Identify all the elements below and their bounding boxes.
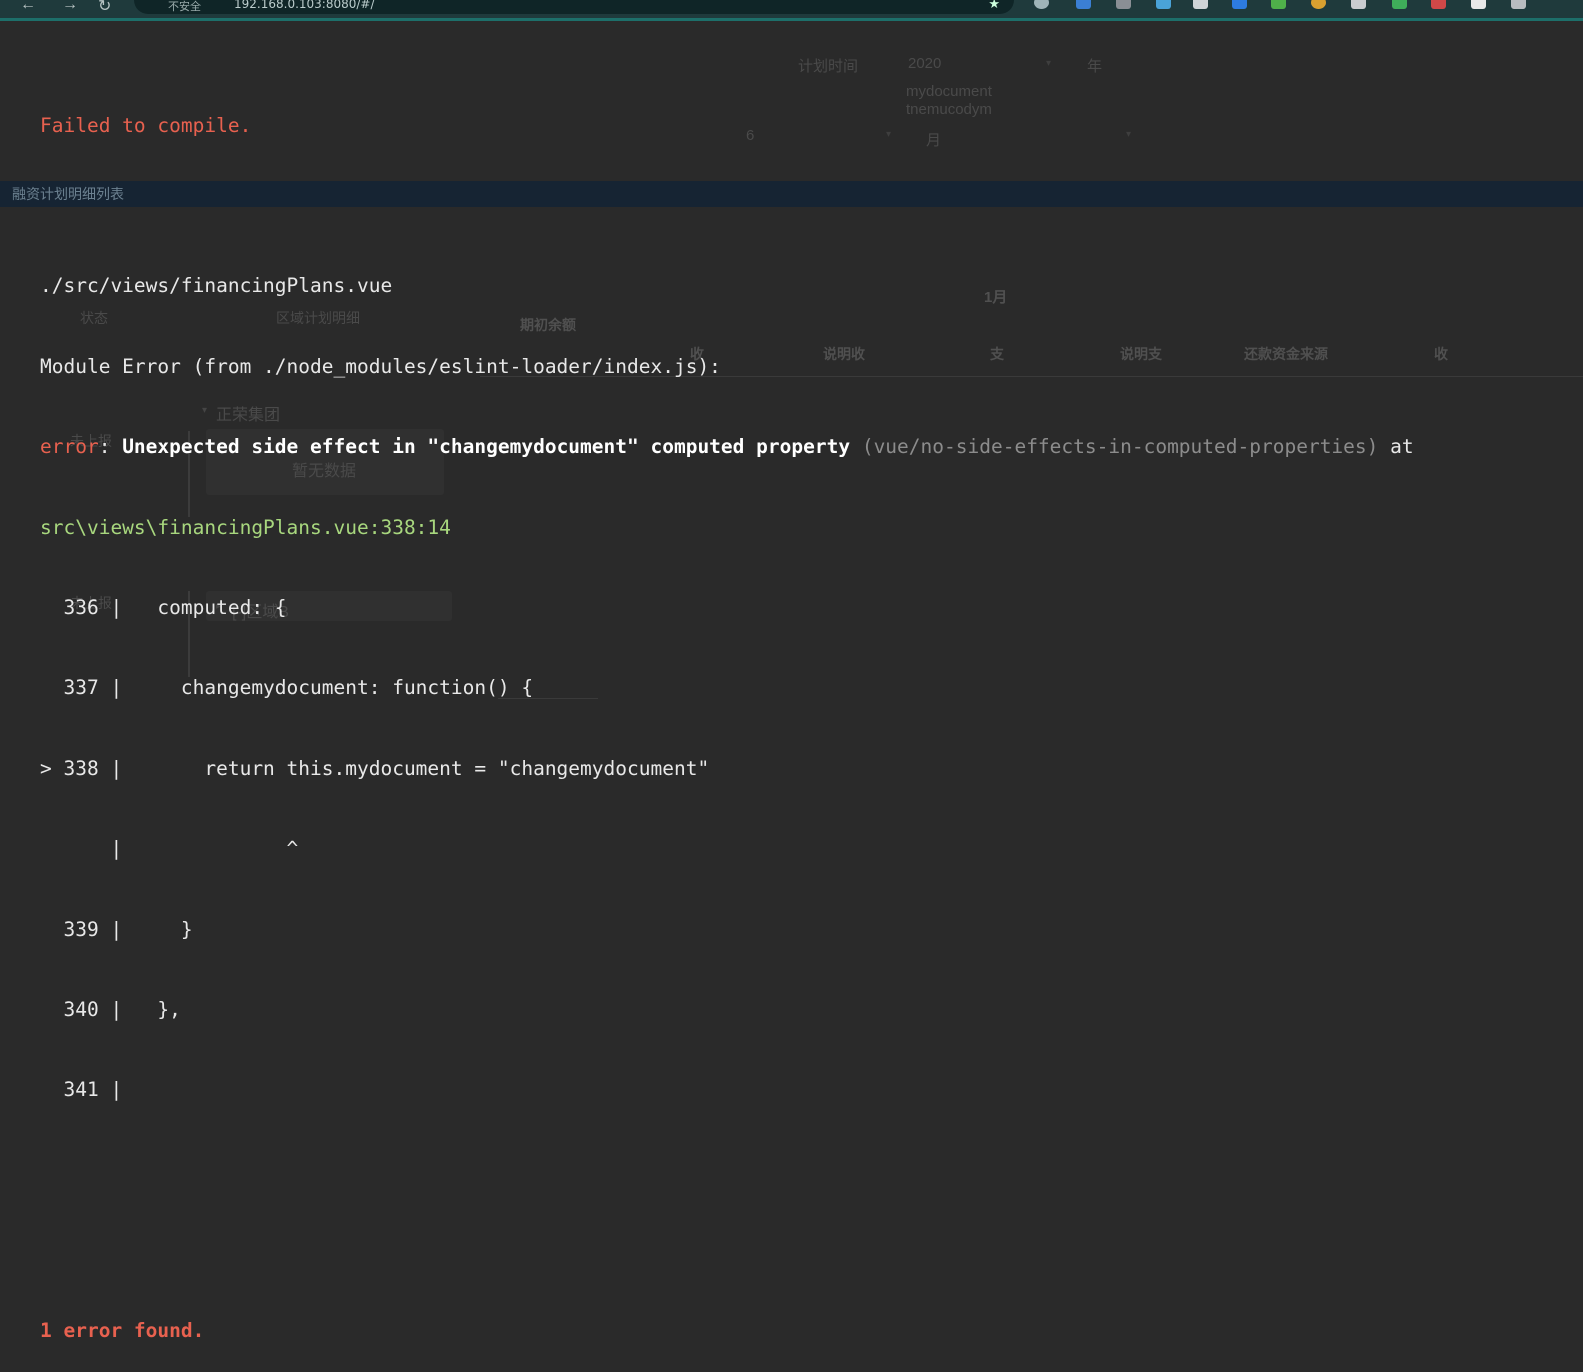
error-separator: :	[98, 435, 123, 459]
address-bar[interactable]: 不安全 192.168.0.103:8080/#/ ★	[134, 0, 1014, 14]
browser-toolbar: ← → ↻ 不安全 192.168.0.103:8080/#/ ★	[0, 0, 1583, 18]
module-error: Module Error (from ./node_modules/eslint…	[40, 354, 721, 378]
star-icon[interactable]: ★	[988, 0, 1000, 12]
security-label: 不安全	[168, 1, 201, 13]
extension-icon[interactable]	[1431, 0, 1446, 9]
arrow-right-icon[interactable]: →	[62, 0, 78, 14]
error-keyword: error	[40, 435, 99, 459]
extension-icon[interactable]	[1511, 0, 1526, 9]
code-line: 337 | changemydocument: function() {	[40, 676, 534, 700]
error-title: Failed to compile.	[40, 113, 252, 137]
extension-icon[interactable]	[1471, 0, 1486, 9]
code-caret-line: | ^	[40, 837, 299, 861]
error-file-path: ./src/views/financingPlans.vue	[40, 274, 393, 298]
code-line: 336 | computed: {	[40, 595, 287, 619]
code-line: 341 |	[40, 1078, 123, 1102]
compile-error-overlay: Failed to compile. ./src/views/financing…	[40, 59, 1414, 1372]
extension-icon[interactable]	[1232, 0, 1247, 9]
extension-icon[interactable]	[1034, 0, 1049, 9]
extension-icon[interactable]	[1156, 0, 1171, 9]
extension-icon[interactable]	[1311, 0, 1326, 9]
error-summary: 1 error found.	[40, 1319, 205, 1343]
column-header: 收	[1434, 346, 1448, 362]
error-location: src\views\financingPlans.vue:338:14	[40, 515, 451, 539]
error-message: Unexpected side effect in "changemydocum…	[122, 435, 851, 459]
at-word: at	[1378, 435, 1414, 459]
arrow-left-icon[interactable]: ←	[20, 0, 36, 14]
extension-icon[interactable]	[1193, 0, 1208, 9]
url-text[interactable]: 192.168.0.103:8080/#/	[234, 0, 375, 11]
error-message-line: error: Unexpected side effect in "change…	[40, 434, 1414, 461]
code-line: 339 | }	[40, 917, 193, 941]
eslint-rule: (vue/no-side-effects-in-computed-propert…	[861, 435, 1379, 459]
code-line: 340 | },	[40, 997, 181, 1021]
extension-icon[interactable]	[1351, 0, 1366, 9]
extension-icon[interactable]	[1271, 0, 1286, 9]
extension-icon[interactable]	[1392, 0, 1407, 9]
extension-icon[interactable]	[1076, 0, 1091, 9]
reload-icon[interactable]: ↻	[98, 0, 111, 16]
extension-icon[interactable]	[1116, 0, 1131, 9]
code-line-highlighted: > 338 | return this.mydocument = "change…	[40, 756, 710, 780]
